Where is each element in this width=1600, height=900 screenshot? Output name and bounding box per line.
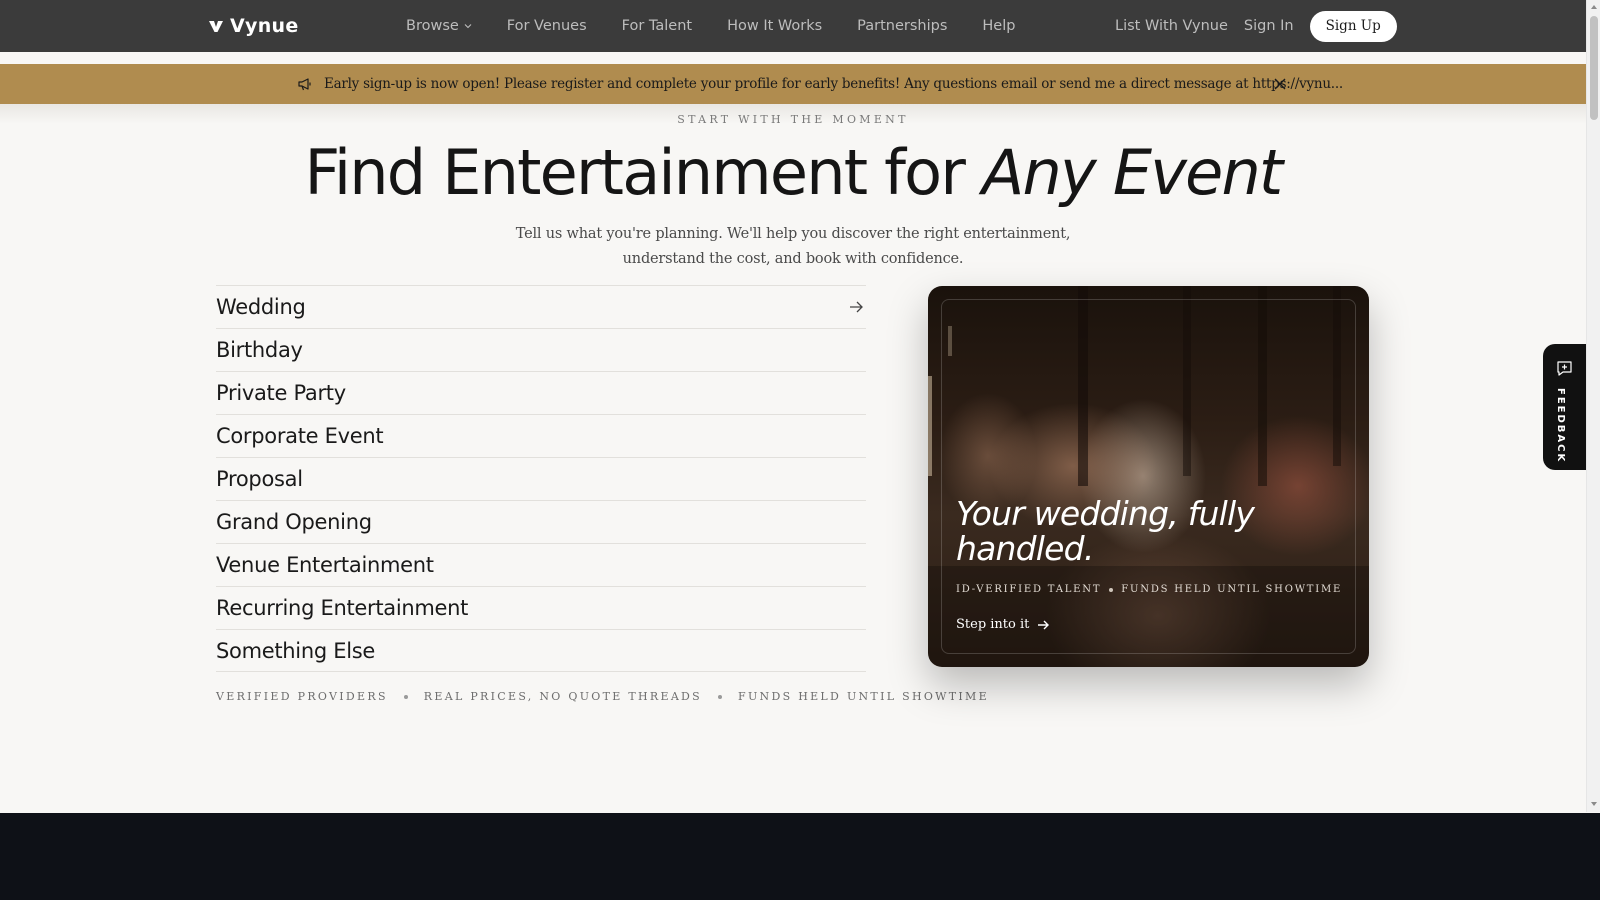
- arrow-right-icon: [850, 301, 863, 313]
- event-option-private-party[interactable]: Private Party: [216, 371, 866, 414]
- event-type-list: Wedding Birthday Private Party Corporate…: [216, 285, 866, 672]
- hero-title-italic: Any Event: [981, 136, 1283, 209]
- event-label: Something Else: [216, 638, 376, 663]
- event-label: Private Party: [216, 381, 346, 405]
- nav-link-partnerships[interactable]: Partnerships: [857, 18, 947, 34]
- event-label: Wedding: [216, 295, 306, 319]
- step-into-it-link[interactable]: Step into it: [956, 617, 1050, 632]
- feature-item: REAL PRICES, NO QUOTE THREADS: [423, 690, 703, 703]
- event-label: Recurring Entertainment: [216, 596, 469, 620]
- scrollbar-thumb[interactable]: [1590, 16, 1598, 120]
- nav-link-how-it-works[interactable]: How It Works: [727, 18, 822, 34]
- event-label: Proposal: [216, 467, 303, 491]
- scroll-up-arrow-icon[interactable]: [1590, 3, 1598, 11]
- event-option-something-else[interactable]: Something Else: [216, 629, 866, 672]
- nav-links: Browse For Venues For Talent How It Work…: [406, 0, 1015, 52]
- banner-text: Early sign-up is now open! Please regist…: [324, 76, 1343, 92]
- event-label: Venue Entertainment: [216, 553, 434, 577]
- event-option-recurring-entertainment[interactable]: Recurring Entertainment: [216, 586, 866, 629]
- feedback-icon: [1557, 361, 1572, 376]
- nav-link-help[interactable]: Help: [982, 18, 1015, 34]
- event-option-corporate-event[interactable]: Corporate Event: [216, 414, 866, 457]
- feedback-label: FEEDBACK: [1555, 388, 1566, 464]
- scroll-down-arrow-icon[interactable]: [1590, 800, 1598, 808]
- event-option-proposal[interactable]: Proposal: [216, 457, 866, 500]
- separator-dot: [718, 694, 723, 699]
- hero-title-plain: Find Entertainment for: [304, 136, 982, 209]
- feature-item: FUNDS HELD UNTIL SHOWTIME: [738, 690, 989, 703]
- arrow-right-icon: [1038, 620, 1050, 629]
- hero-subtitle: Tell us what you're planning. We'll help…: [0, 222, 1586, 272]
- nav-actions: List With Vynue Sign In Sign Up: [1115, 0, 1397, 52]
- card-tag: ID-VERIFIED TALENT: [956, 584, 1102, 595]
- hero-subtitle-line: understand the cost, and book with confi…: [622, 251, 964, 267]
- card-title: Your wedding, fully handled.: [956, 494, 1255, 568]
- hero-title: Find Entertainment for Any Event: [0, 136, 1586, 209]
- nav-link-for-talent[interactable]: For Talent: [622, 18, 692, 34]
- feature-strip: VERIFIED PROVIDERS REAL PRICES, NO QUOTE…: [216, 690, 989, 703]
- event-label: Birthday: [216, 338, 303, 362]
- sign-in-link[interactable]: Sign In: [1244, 18, 1294, 34]
- event-option-grand-opening[interactable]: Grand Opening: [216, 500, 866, 543]
- nav-link-for-venues[interactable]: For Venues: [507, 18, 587, 34]
- close-icon[interactable]: [1274, 78, 1286, 90]
- event-label: Corporate Event: [216, 424, 384, 448]
- megaphone-icon: [298, 78, 311, 91]
- hero-eyebrow: START WITH THE MOMENT: [677, 113, 909, 126]
- nav-link-label: Browse: [406, 18, 459, 34]
- card-tag: FUNDS HELD UNTIL SHOWTIME: [1121, 584, 1343, 595]
- hero-subtitle-line: Tell us what you're planning. We'll help…: [515, 226, 1071, 242]
- nav-link-browse[interactable]: Browse: [406, 18, 472, 34]
- page-scrollbar[interactable]: [1586, 0, 1600, 812]
- chevron-down-icon: [464, 24, 472, 29]
- separator-dot: [1109, 587, 1114, 592]
- top-nav: Vynue Browse For Venues For Talent How I…: [0, 0, 1586, 52]
- card-frame: [941, 299, 1356, 654]
- feedback-tab[interactable]: FEEDBACK: [1543, 344, 1586, 470]
- event-option-birthday[interactable]: Birthday: [216, 328, 866, 371]
- event-label: Grand Opening: [216, 510, 372, 534]
- sign-up-button[interactable]: Sign Up: [1309, 10, 1397, 42]
- list-with-vynue-link[interactable]: List With Vynue: [1115, 18, 1228, 34]
- event-preview-card[interactable]: Your wedding, fully handled. ID-VERIFIED…: [928, 286, 1369, 667]
- announcement-banner: Early sign-up is now open! Please regist…: [0, 64, 1586, 104]
- separator-dot: [403, 694, 408, 699]
- dark-section: [0, 813, 1600, 900]
- vynue-logo-icon: [209, 21, 223, 32]
- brand-name: Vynue: [230, 15, 299, 37]
- card-tags: ID-VERIFIED TALENT FUNDS HELD UNTIL SHOW…: [956, 584, 1342, 595]
- feature-item: VERIFIED PROVIDERS: [216, 690, 388, 703]
- logo[interactable]: Vynue: [208, 12, 299, 40]
- cta-label: Step into it: [956, 617, 1030, 632]
- event-option-venue-entertainment[interactable]: Venue Entertainment: [216, 543, 866, 586]
- event-option-wedding[interactable]: Wedding: [216, 285, 866, 328]
